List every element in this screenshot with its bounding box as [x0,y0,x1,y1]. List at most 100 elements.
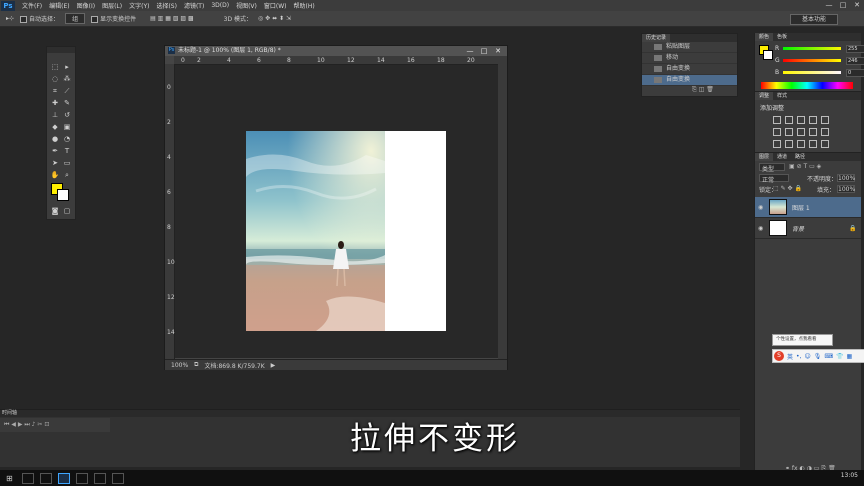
ime-toolbar[interactable]: S 英 •, ☺ 🎙 ⌨ 👕 ▦ [772,349,864,363]
gradient-map-icon[interactable] [809,140,817,148]
channel-mixer-icon[interactable] [821,128,829,136]
ruler-vertical[interactable]: 0 2 4 6 8 10 12 14 [165,64,175,359]
menu-file[interactable]: 文件(F) [22,1,42,10]
pen-tool-icon[interactable]: ✒ [50,147,60,155]
eyedropper-icon[interactable]: ⟋ [62,87,72,95]
start-icon[interactable]: ⊞ [6,474,16,483]
clone-stamp-icon[interactable]: ⊥ [50,111,60,119]
levels-icon[interactable] [785,116,793,124]
white-canvas-background[interactable] [385,131,446,331]
task-view-icon[interactable] [22,472,34,484]
blend-mode-dropdown[interactable]: 正常 [759,174,789,184]
eraser-tool-icon[interactable]: ◆ [50,123,60,131]
marquee-tool-icon[interactable]: ⬚ [50,63,60,71]
type-tool-icon[interactable]: T [62,147,72,155]
doc-minimize-button[interactable]: — [463,46,477,56]
auto-select-checkbox[interactable] [20,16,28,23]
zoom-tool-icon[interactable]: ⌕ [62,171,72,179]
app-icon[interactable] [112,472,124,484]
menu-type[interactable]: 文字(Y) [129,1,149,10]
sogou-logo-icon[interactable]: S [774,351,784,361]
tab-channels[interactable]: 通道 [773,153,791,161]
invert-icon[interactable] [773,140,781,148]
curves-icon[interactable] [797,116,805,124]
ime-keyboard-icon[interactable]: ⌨ [824,353,833,360]
app-icon[interactable] [94,472,106,484]
black-white-icon[interactable] [797,128,805,136]
document-tab[interactable]: Ps 未标题-1 @ 100% (图层 1, RGB/8) * [165,46,507,56]
history-item-selected[interactable]: 自由变换 [642,75,737,86]
photoshop-taskbar-icon[interactable] [58,472,70,484]
red-slider[interactable]: R 255 [775,44,864,53]
crop-tool-icon[interactable]: ⌗ [50,87,60,95]
screen-mode-icon[interactable]: ▢ [62,207,72,215]
blue-slider[interactable]: B0 [775,68,864,77]
dodge-tool-icon[interactable]: ◔ [62,135,72,143]
menu-select[interactable]: 选择(S) [156,1,177,10]
ime-mode-toggle[interactable]: 英 [787,352,793,361]
history-footer-icons[interactable]: ⎘ ◫ 🗑 [692,86,714,94]
gradient-tool-icon[interactable]: ▣ [62,123,72,131]
selective-color-icon[interactable] [821,140,829,148]
ime-mic-icon[interactable]: 🎙 [814,353,822,360]
visibility-eye-icon[interactable]: ◉ [758,204,766,211]
menu-help[interactable]: 帮助(H) [294,1,315,10]
hand-tool-icon[interactable]: ✋ [50,171,60,179]
tab-history[interactable]: 历史记录 [642,34,671,42]
red-value[interactable]: 255 [846,44,864,53]
ime-emoji-icon[interactable]: ☺ [804,353,810,360]
history-item[interactable]: 粘贴图层 [642,42,737,53]
layer-row[interactable]: ◉ 背景 🔒 [755,218,861,239]
minimize-button[interactable]: — [822,0,836,11]
menu-view[interactable]: 视图(V) [236,1,257,10]
align-icons[interactable]: ▤ ▥ ▦ ▧ ▨ ▩ [150,15,194,22]
edge-icon[interactable] [40,472,52,484]
lock-icons[interactable]: ⬚ ✎ ✥ 🔒 [773,185,802,192]
zoom-level[interactable]: 100% [171,362,188,369]
green-slider[interactable]: G 246 [775,56,864,65]
photo-filter-icon[interactable] [809,128,817,136]
menu-edit[interactable]: 编辑(E) [49,1,69,10]
auto-select-dropdown[interactable]: 组 [65,13,86,24]
green-value[interactable]: 246 [846,56,864,65]
maximize-button[interactable]: □ [836,0,850,11]
status-menu-arrow-icon[interactable]: ▶ [271,362,276,369]
ime-skin-icon[interactable]: 👕 [836,353,843,360]
fill-input[interactable]: 100% [837,185,855,193]
exposure-icon[interactable] [809,116,817,124]
toolbox-header[interactable] [47,47,75,53]
opacity-input[interactable]: 100% [837,174,855,182]
color-bg-swatch[interactable] [763,50,773,60]
layer-row-selected[interactable]: ◉ 图层 1 [755,197,861,218]
history-item[interactable]: 移动 [642,53,737,64]
tab-layers[interactable]: 图层 [755,153,774,161]
lasso-tool-icon[interactable]: ◌ [50,75,60,83]
menu-image[interactable]: 图像(I) [77,1,95,10]
hue-saturation-icon[interactable] [773,128,781,136]
tab-paths[interactable]: 路径 [791,153,809,161]
explorer-icon[interactable] [76,472,88,484]
move-tool-icon[interactable]: ▸ [62,63,72,71]
beach-photo-layer[interactable] [246,131,385,331]
menu-3d[interactable]: 3D(D) [211,2,229,9]
ime-punctuation-icon[interactable]: •, [796,353,801,360]
close-button[interactable]: ✕ [850,0,864,11]
brush-tool-icon[interactable]: ✎ [62,99,72,107]
layer-filter-dropdown[interactable]: 类型 [759,163,785,173]
ime-tools-icon[interactable]: ▦ [847,353,853,360]
visibility-eye-icon[interactable]: ◉ [758,225,766,232]
layer-filter-icons[interactable]: ▣ ⊘ T ▭ ◈ [789,163,821,170]
ruler-horizontal[interactable]: 0 2 4 6 8 10 12 14 16 18 20 [174,56,498,65]
doc-maximize-button[interactable]: □ [477,46,491,56]
quick-mask-icon[interactable]: ◙ [50,207,60,215]
path-select-icon[interactable]: ➤ [50,159,60,167]
tab-styles[interactable]: 样式 [773,92,791,100]
menu-filter[interactable]: 滤镜(T) [184,1,204,10]
vibrance-icon[interactable] [821,116,829,124]
history-item[interactable]: 自由变换 [642,64,737,75]
posterize-icon[interactable] [785,140,793,148]
magic-wand-icon[interactable]: ⁂ [62,75,72,83]
color-spectrum[interactable] [761,82,853,89]
history-brush-icon[interactable]: ↺ [62,111,72,119]
doc-close-button[interactable]: ✕ [491,46,505,56]
